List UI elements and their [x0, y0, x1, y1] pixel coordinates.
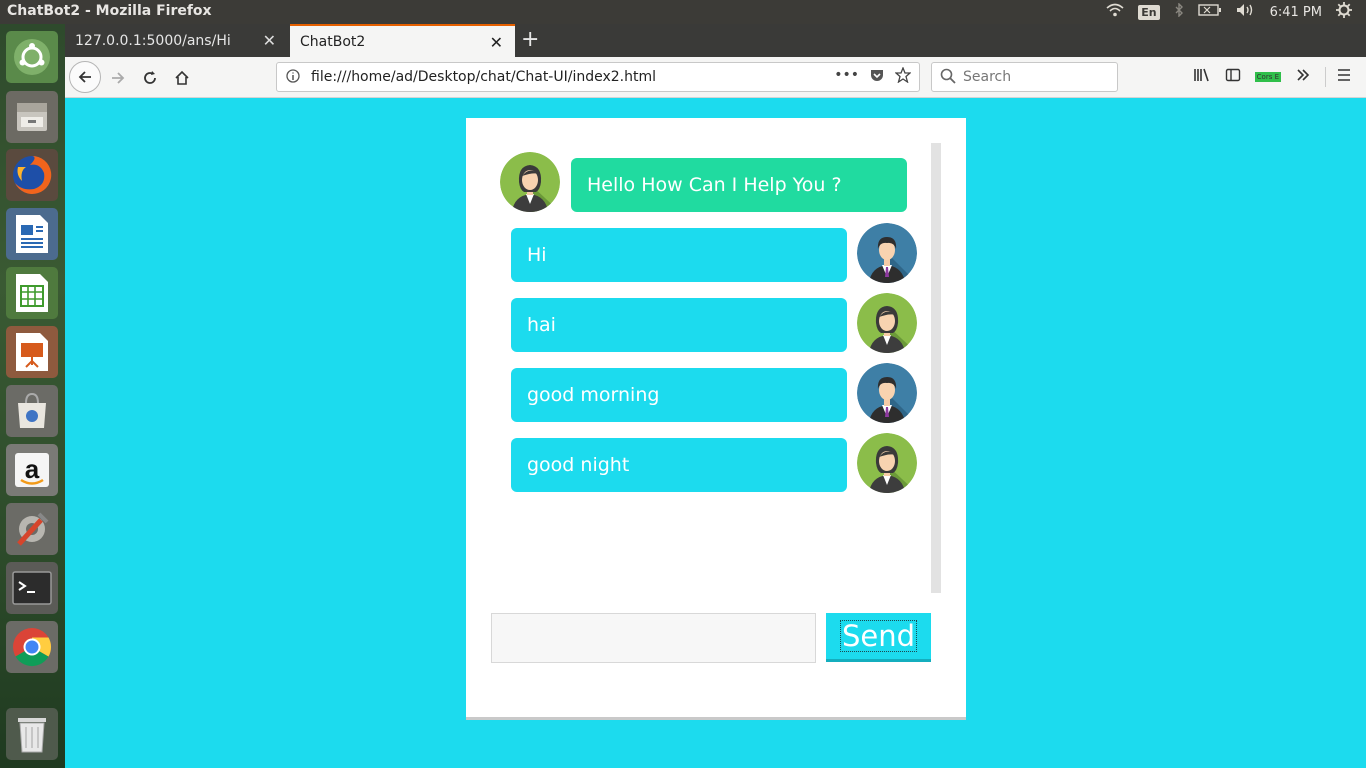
url-text: file:///home/ad/Desktop/chat/Chat-UI/ind…	[311, 69, 656, 85]
toolbar-right: Cors E	[1193, 57, 1366, 97]
sidebar-icon[interactable]	[1225, 67, 1241, 87]
keyboard-layout-indicator[interactable]: En	[1138, 4, 1160, 20]
user-avatar-female-icon	[857, 433, 917, 493]
tab-strip: 127.0.0.1:5000/ans/Hi ✕ ChatBot2 ✕ +	[65, 24, 1366, 57]
page-viewport: Hello How Can I Help You ? Hi hai good m…	[65, 98, 1366, 768]
launcher: a	[0, 24, 65, 768]
back-button[interactable]	[69, 61, 101, 93]
message-text: Hello How Can I Help You ?	[587, 174, 842, 196]
window-title: ChatBot2 - Mozilla Firefox	[7, 3, 212, 19]
bot-avatar-female-icon	[500, 152, 560, 212]
tab-label: 127.0.0.1:5000/ans/Hi	[75, 32, 231, 49]
overflow-chevron-icon[interactable]	[1295, 67, 1311, 87]
calc-icon[interactable]	[6, 267, 58, 319]
system-top-bar: ChatBot2 - Mozilla Firefox En 6:41 PM	[0, 0, 1366, 24]
ubuntu-dash-icon[interactable]	[6, 31, 58, 83]
tab-label: ChatBot2	[300, 33, 366, 50]
user-message: good night	[511, 438, 847, 492]
message-input[interactable]	[491, 613, 816, 663]
info-icon[interactable]	[286, 69, 300, 87]
send-button[interactable]: Send	[826, 613, 931, 662]
library-icon[interactable]	[1193, 67, 1211, 87]
firefox-icon[interactable]	[6, 149, 58, 201]
page-actions-icon[interactable]: •••	[834, 67, 859, 87]
arrow-right-icon	[112, 72, 125, 84]
system-tray: En 6:41 PM	[1106, 0, 1366, 24]
bot-message: Hello How Can I Help You ?	[571, 158, 907, 212]
clock[interactable]: 6:41 PM	[1270, 5, 1322, 20]
tab-localhost[interactable]: 127.0.0.1:5000/ans/Hi ✕	[65, 24, 288, 57]
message-text: good night	[527, 454, 630, 476]
chat-scrollbar[interactable]	[931, 143, 941, 593]
power-gear-icon[interactable]	[1336, 2, 1352, 22]
user-avatar-female-icon	[857, 293, 917, 353]
navigation-toolbar: file:///home/ad/Desktop/chat/Chat-UI/ind…	[65, 57, 1366, 98]
close-tab-icon[interactable]: ✕	[490, 33, 503, 52]
pocket-icon[interactable]	[869, 67, 885, 87]
reload-button[interactable]	[137, 65, 163, 91]
reload-icon	[144, 71, 156, 84]
home-button[interactable]	[169, 65, 195, 91]
user-message: hai	[511, 298, 847, 352]
battery-icon[interactable]	[1197, 4, 1222, 20]
bluetooth-icon[interactable]	[1174, 2, 1184, 21]
home-icon	[175, 70, 189, 85]
arrow-left-icon	[78, 71, 91, 83]
url-bar-tools: •••	[834, 66, 912, 87]
user-avatar-male-icon	[857, 223, 917, 283]
user-message: good morning	[511, 368, 847, 422]
trash-icon[interactable]	[6, 708, 58, 760]
hamburger-menu-icon[interactable]	[1325, 67, 1352, 87]
impress-icon[interactable]	[6, 326, 58, 378]
user-message: Hi	[511, 228, 847, 282]
user-avatar-male-icon	[857, 363, 917, 423]
files-icon[interactable]	[6, 91, 58, 143]
writer-icon[interactable]	[6, 208, 58, 260]
wifi-icon[interactable]	[1106, 3, 1124, 21]
search-placeholder: Search	[963, 69, 1012, 85]
volume-icon[interactable]	[1236, 3, 1256, 21]
bookmark-star-icon[interactable]	[894, 66, 912, 87]
svg-text:a: a	[25, 454, 40, 484]
chrome-icon[interactable]	[6, 621, 58, 673]
message-text: Hi	[527, 244, 547, 266]
cors-extension-icon[interactable]: Cors E	[1254, 72, 1281, 82]
forward-button[interactable]	[105, 65, 131, 91]
url-bar[interactable]: file:///home/ad/Desktop/chat/Chat-UI/ind…	[276, 62, 920, 92]
send-button-label: Send	[839, 619, 918, 653]
tab-chatbot2[interactable]: ChatBot2 ✕	[290, 24, 515, 57]
close-tab-icon[interactable]: ✕	[263, 31, 276, 50]
terminal-icon[interactable]	[6, 562, 58, 614]
search-icon	[940, 68, 956, 88]
search-bar[interactable]: Search	[931, 62, 1118, 92]
system-settings-icon[interactable]	[6, 503, 58, 555]
software-center-icon[interactable]	[6, 385, 58, 437]
chat-card: Hello How Can I Help You ? Hi hai good m…	[466, 118, 966, 720]
message-text: hai	[527, 314, 556, 336]
amazon-icon[interactable]: a	[6, 444, 58, 496]
new-tab-plus-icon[interactable]: +	[521, 27, 539, 52]
message-text: good morning	[527, 384, 660, 406]
